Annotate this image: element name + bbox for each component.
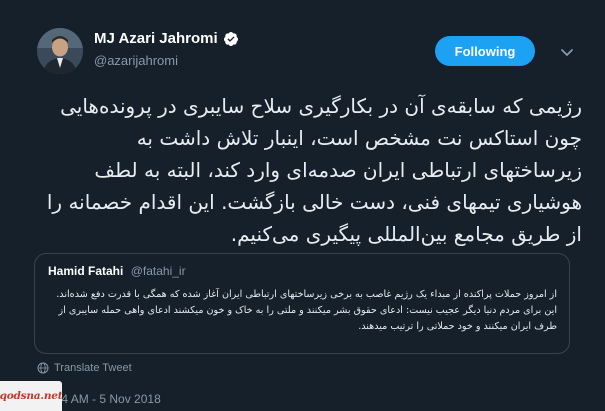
quoted-tweet-card[interactable]: Hamid Fatahi @fatahi_ir از امروز حملات پ…	[34, 253, 570, 354]
following-button[interactable]: Following	[435, 36, 535, 66]
tweet-header: MJ Azari Jahromi @azarijahromi Following	[0, 0, 605, 80]
author-display-name[interactable]: MJ Azari Jahromi	[94, 30, 218, 47]
quoted-author-name: Hamid Fatahi	[48, 264, 124, 278]
chevron-down-icon[interactable]	[559, 44, 575, 60]
quoted-tweet-text: از امروز حملات پراکنده از مبداء یک رژیم …	[56, 289, 557, 332]
globe-icon	[37, 362, 49, 374]
tweet-text: رژیمی که سابقه‌ی آن در بکارگیری سلاح سای…	[46, 94, 582, 246]
watermark: qodsna.net	[0, 381, 63, 411]
translate-tweet-link[interactable]: Translate Tweet	[37, 362, 132, 374]
quoted-tweet-header: Hamid Fatahi @fatahi_ir	[48, 264, 186, 278]
translate-label: Translate Tweet	[54, 362, 132, 374]
avatar-image	[37, 28, 83, 74]
author-handle[interactable]: @azarijahromi	[94, 53, 178, 68]
avatar[interactable]	[37, 28, 83, 74]
author-name-row: MJ Azari Jahromi	[94, 30, 239, 47]
quoted-author-handle: @fatahi_ir	[130, 264, 186, 278]
verified-badge-icon	[223, 31, 238, 46]
